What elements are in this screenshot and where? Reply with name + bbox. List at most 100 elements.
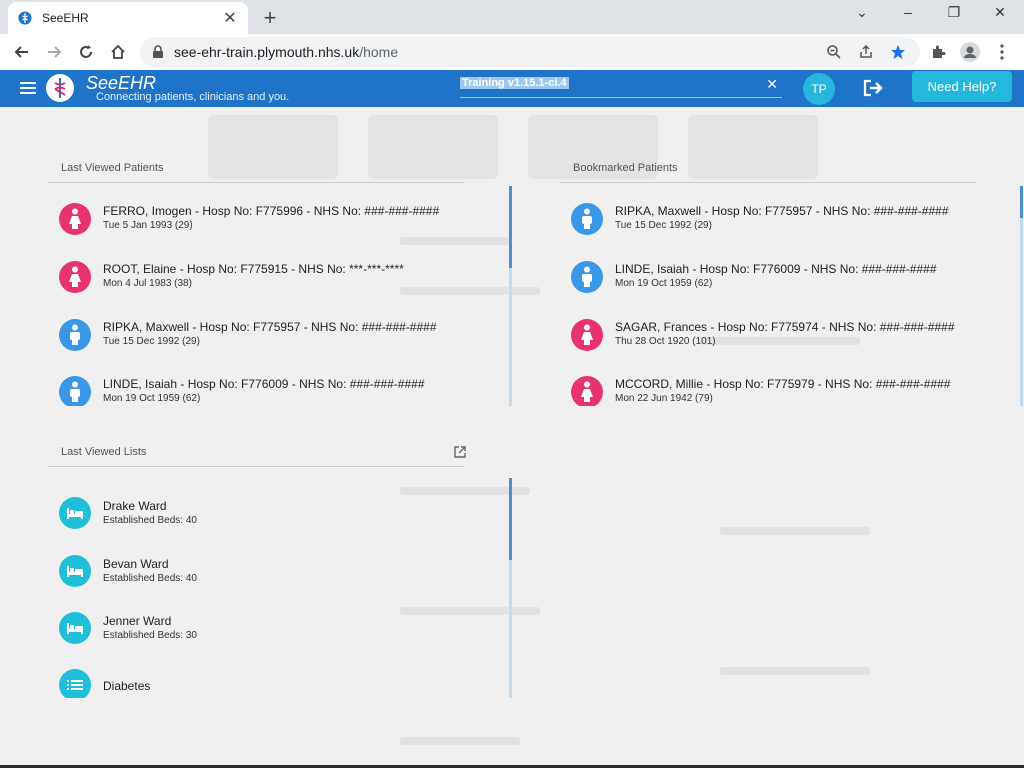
patient-row[interactable]: ROOT, Elaine - Hosp No: F775915 - NHS No… <box>48 255 512 313</box>
bookmark-star-icon[interactable] <box>888 42 908 62</box>
menu-kebab-icon[interactable] <box>992 42 1012 62</box>
patient-row[interactable]: RIPKA, Maxwell - Hosp No: F775957 - NHS … <box>560 197 1020 255</box>
divider <box>48 466 464 467</box>
open-external-icon[interactable] <box>453 445 467 459</box>
male-patient-icon <box>59 376 91 406</box>
last-viewed-lists-title: Last Viewed Lists <box>61 446 147 458</box>
lists-scrollbar-thumb[interactable] <box>509 478 512 560</box>
patient-dob: Mon 4 Jul 1983 (38) <box>103 278 192 289</box>
patient-row[interactable]: LINDE, Isaiah - Hosp No: F776009 - NHS N… <box>48 370 512 406</box>
tab-search-icon[interactable]: ⌄ <box>842 4 882 21</box>
app-header: SeeEHR Connecting patients, clinicians a… <box>0 70 1024 107</box>
reload-icon[interactable] <box>74 40 98 64</box>
back-icon[interactable] <box>10 40 34 64</box>
browser-tab-bar: SeeEHR ✕ + ⌄ – ❐ ✕ <box>0 0 1024 34</box>
patient-name: ROOT, Elaine - Hosp No: F775915 - NHS No… <box>103 262 404 276</box>
divider <box>560 182 976 183</box>
hamburger-menu-icon[interactable] <box>20 82 36 95</box>
list-icon <box>59 669 91 698</box>
list-name: Drake Ward <box>103 499 167 513</box>
logout-icon[interactable] <box>862 78 886 98</box>
restore-icon[interactable]: ❐ <box>934 4 974 21</box>
seeehr-favicon-icon <box>18 11 32 25</box>
lock-icon <box>153 45 163 58</box>
environment-label: Training v1.15.1-ci.4 <box>460 77 569 89</box>
patient-dob: Thu 28 Oct 1920 (101) <box>615 336 716 347</box>
ghost-tile <box>208 115 338 179</box>
address-bar[interactable]: see-ehr-train.plymouth.nhs.uk/home <box>140 37 920 67</box>
list-name: Diabetes <box>103 679 151 693</box>
patient-name: FERRO, Imogen - Hosp No: F775996 - NHS N… <box>103 204 440 218</box>
patient-dob: Tue 15 Dec 1992 (29) <box>103 336 200 347</box>
browser-tab[interactable]: SeeEHR ✕ <box>8 2 248 34</box>
female-patient-icon <box>571 319 603 351</box>
bed-icon <box>59 612 91 644</box>
female-patient-icon <box>59 261 91 293</box>
patient-name: LINDE, Isaiah - Hosp No: F776009 - NHS N… <box>615 262 937 276</box>
patient-dob: Tue 5 Jan 1993 (29) <box>103 220 193 231</box>
patient-dob: Mon 19 Oct 1959 (62) <box>103 393 201 404</box>
bookmarks-scrollbar-thumb[interactable] <box>1020 186 1023 218</box>
clear-icon[interactable]: ✕ <box>766 76 778 93</box>
last-viewed-patients-list: FERRO, Imogen - Hosp No: F775996 - NHS N… <box>48 197 512 406</box>
patient-name: RIPKA, Maxwell - Hosp No: F775957 - NHS … <box>103 320 437 334</box>
patient-name: RIPKA, Maxwell - Hosp No: F775957 - NHS … <box>615 204 949 218</box>
female-patient-icon <box>571 376 603 406</box>
female-patient-icon <box>59 203 91 235</box>
forward-icon[interactable] <box>42 40 66 64</box>
zoom-icon[interactable] <box>824 42 844 62</box>
ghost-line <box>720 667 870 675</box>
need-help-button[interactable]: Need Help? <box>912 71 1012 102</box>
patient-row[interactable]: FERRO, Imogen - Hosp No: F775996 - NHS N… <box>48 197 512 255</box>
list-row[interactable]: Jenner Ward Established Beds: 30 <box>48 607 512 665</box>
url-host: see-ehr-train.plymouth.nhs.uk <box>174 44 360 60</box>
bookmarks-scrollbar[interactable] <box>1020 186 1023 406</box>
patient-dob: Tue 15 Dec 1992 (29) <box>615 220 712 231</box>
patient-row[interactable]: MCCORD, Millie - Hosp No: F775979 - NHS … <box>560 370 1020 406</box>
extensions-icon[interactable] <box>928 42 948 62</box>
patient-row[interactable]: LINDE, Isaiah - Hosp No: F776009 - NHS N… <box>560 255 1020 313</box>
profile-icon[interactable] <box>960 42 980 62</box>
list-name: Bevan Ward <box>103 557 169 571</box>
home-icon[interactable] <box>106 40 130 64</box>
list-row[interactable]: Drake Ward Established Beds: 40 <box>48 492 512 550</box>
environment-field[interactable]: Training v1.15.1-ci.4 ✕ <box>460 76 782 98</box>
last-viewed-patients-title: Last Viewed Patients <box>61 162 164 174</box>
tab-title: SeeEHR <box>42 11 89 25</box>
share-icon[interactable] <box>856 42 876 62</box>
bed-icon <box>59 497 91 529</box>
browser-toolbar: see-ehr-train.plymouth.nhs.uk/home <box>0 34 1024 70</box>
patient-dob: Mon 19 Oct 1959 (62) <box>615 278 713 289</box>
last-viewed-lists-list: Drake Ward Established Beds: 40 Bevan Wa… <box>48 492 512 698</box>
male-patient-icon <box>571 203 603 235</box>
ghost-line <box>400 737 520 745</box>
app-tagline: Connecting patients, clinicians and you. <box>96 91 290 103</box>
list-row[interactable]: Bevan Ward Established Beds: 40 <box>48 550 512 608</box>
close-tab-icon[interactable]: ✕ <box>222 8 238 28</box>
minimize-icon[interactable]: – <box>888 4 928 20</box>
list-beds: Established Beds: 30 <box>103 630 197 641</box>
male-patient-icon <box>571 261 603 293</box>
divider <box>48 182 464 183</box>
patient-row[interactable]: RIPKA, Maxwell - Hosp No: F775957 - NHS … <box>48 313 512 371</box>
patients-scrollbar-thumb[interactable] <box>509 186 512 268</box>
bed-icon <box>59 555 91 587</box>
seeehr-logo <box>46 74 74 102</box>
patient-name: SAGAR, Frances - Hosp No: F775974 - NHS … <box>615 320 955 334</box>
list-name: Jenner Ward <box>103 614 172 628</box>
ghost-tile <box>688 115 818 179</box>
ghost-tile <box>368 115 498 179</box>
ghost-line <box>720 527 870 535</box>
patient-row[interactable]: SAGAR, Frances - Hosp No: F775974 - NHS … <box>560 313 1020 371</box>
list-row[interactable]: Diabetes <box>48 664 512 698</box>
url-path: /home <box>359 44 399 60</box>
bookmarked-patients-title: Bookmarked Patients <box>573 162 678 174</box>
patient-dob: Mon 22 Jun 1942 (79) <box>615 393 713 404</box>
male-patient-icon <box>59 319 91 351</box>
user-avatar[interactable]: TP <box>803 73 835 105</box>
patient-name: MCCORD, Millie - Hosp No: F775979 - NHS … <box>615 377 951 391</box>
close-window-icon[interactable]: ✕ <box>980 4 1020 21</box>
new-tab-icon[interactable]: + <box>258 5 282 31</box>
list-beds: Established Beds: 40 <box>103 573 197 584</box>
bookmarked-patients-list: RIPKA, Maxwell - Hosp No: F775957 - NHS … <box>560 197 1020 406</box>
